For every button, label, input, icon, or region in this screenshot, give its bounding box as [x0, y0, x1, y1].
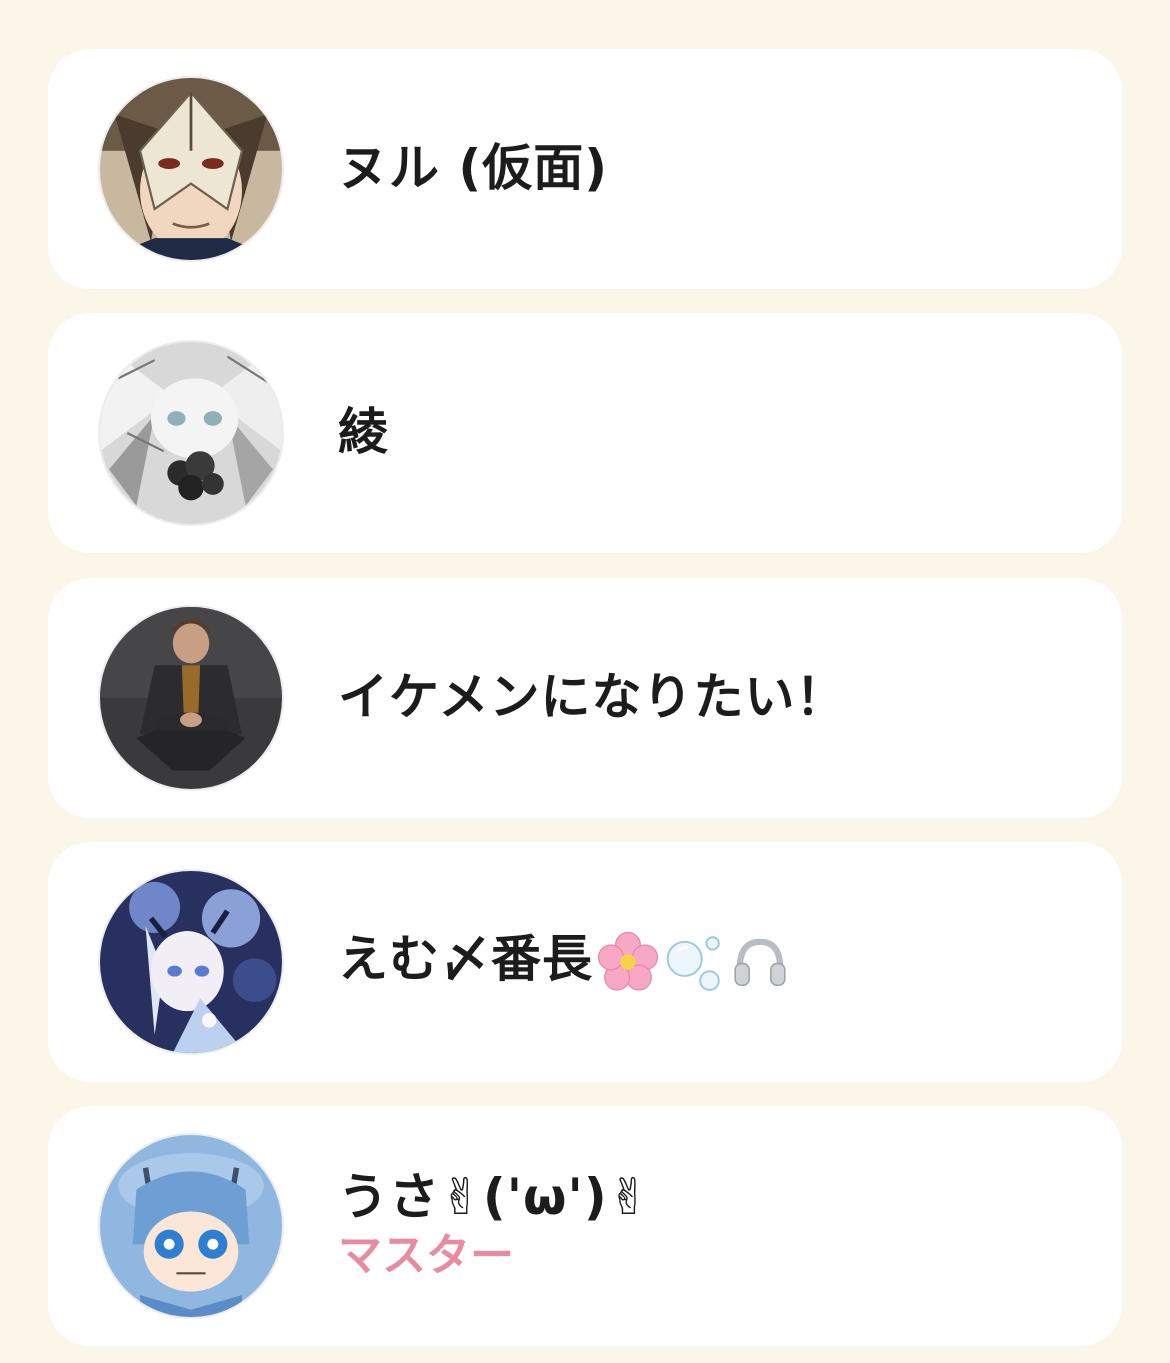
cherry-blossom-icon [597, 932, 659, 991]
member-name: ヌル (仮面) [338, 139, 609, 198]
headphones-icon [734, 938, 786, 987]
member-role: マスター [338, 1230, 514, 1282]
member-text: イケメンになりたい！ [338, 669, 847, 727]
blue-chibi-character-avatar[interactable] [98, 1133, 284, 1319]
member-text: うさ✌('ω')✌ マスター [338, 1167, 651, 1283]
member-name-text: えむ〆番長 [338, 929, 593, 988]
member-list: ヌル (仮面) 綾 イケメンになりたい！ えむ〆番長 うさ✌('ω')✌ マスタ… [0, 0, 1170, 1363]
member-text: えむ〆番長 [338, 929, 791, 994]
member-name: 綾 [338, 403, 389, 462]
masked-anime-character-avatar[interactable] [98, 76, 284, 262]
member-text: ヌル (仮面) [338, 140, 608, 198]
member-card[interactable]: 綾 [48, 313, 1122, 553]
blue-anime-girl-avatar[interactable] [98, 869, 284, 1055]
member-name: イケメンになりたい！ [338, 668, 847, 727]
member-name: えむ〆番長 [338, 929, 791, 994]
monochrome-anime-girl-avatar[interactable] [98, 340, 284, 526]
member-card[interactable]: うさ✌('ω')✌ マスター [48, 1106, 1122, 1346]
man-in-suit-photo-avatar[interactable] [98, 605, 284, 791]
bubbles-icon [666, 936, 720, 992]
member-card[interactable]: ヌル (仮面) [48, 49, 1122, 289]
member-name-emojis [597, 931, 791, 993]
member-card[interactable]: イケメンになりたい！ [48, 578, 1122, 818]
member-name: うさ✌('ω')✌ [338, 1167, 651, 1226]
member-text: 綾 [338, 404, 389, 462]
member-card[interactable]: えむ〆番長 [48, 842, 1122, 1082]
